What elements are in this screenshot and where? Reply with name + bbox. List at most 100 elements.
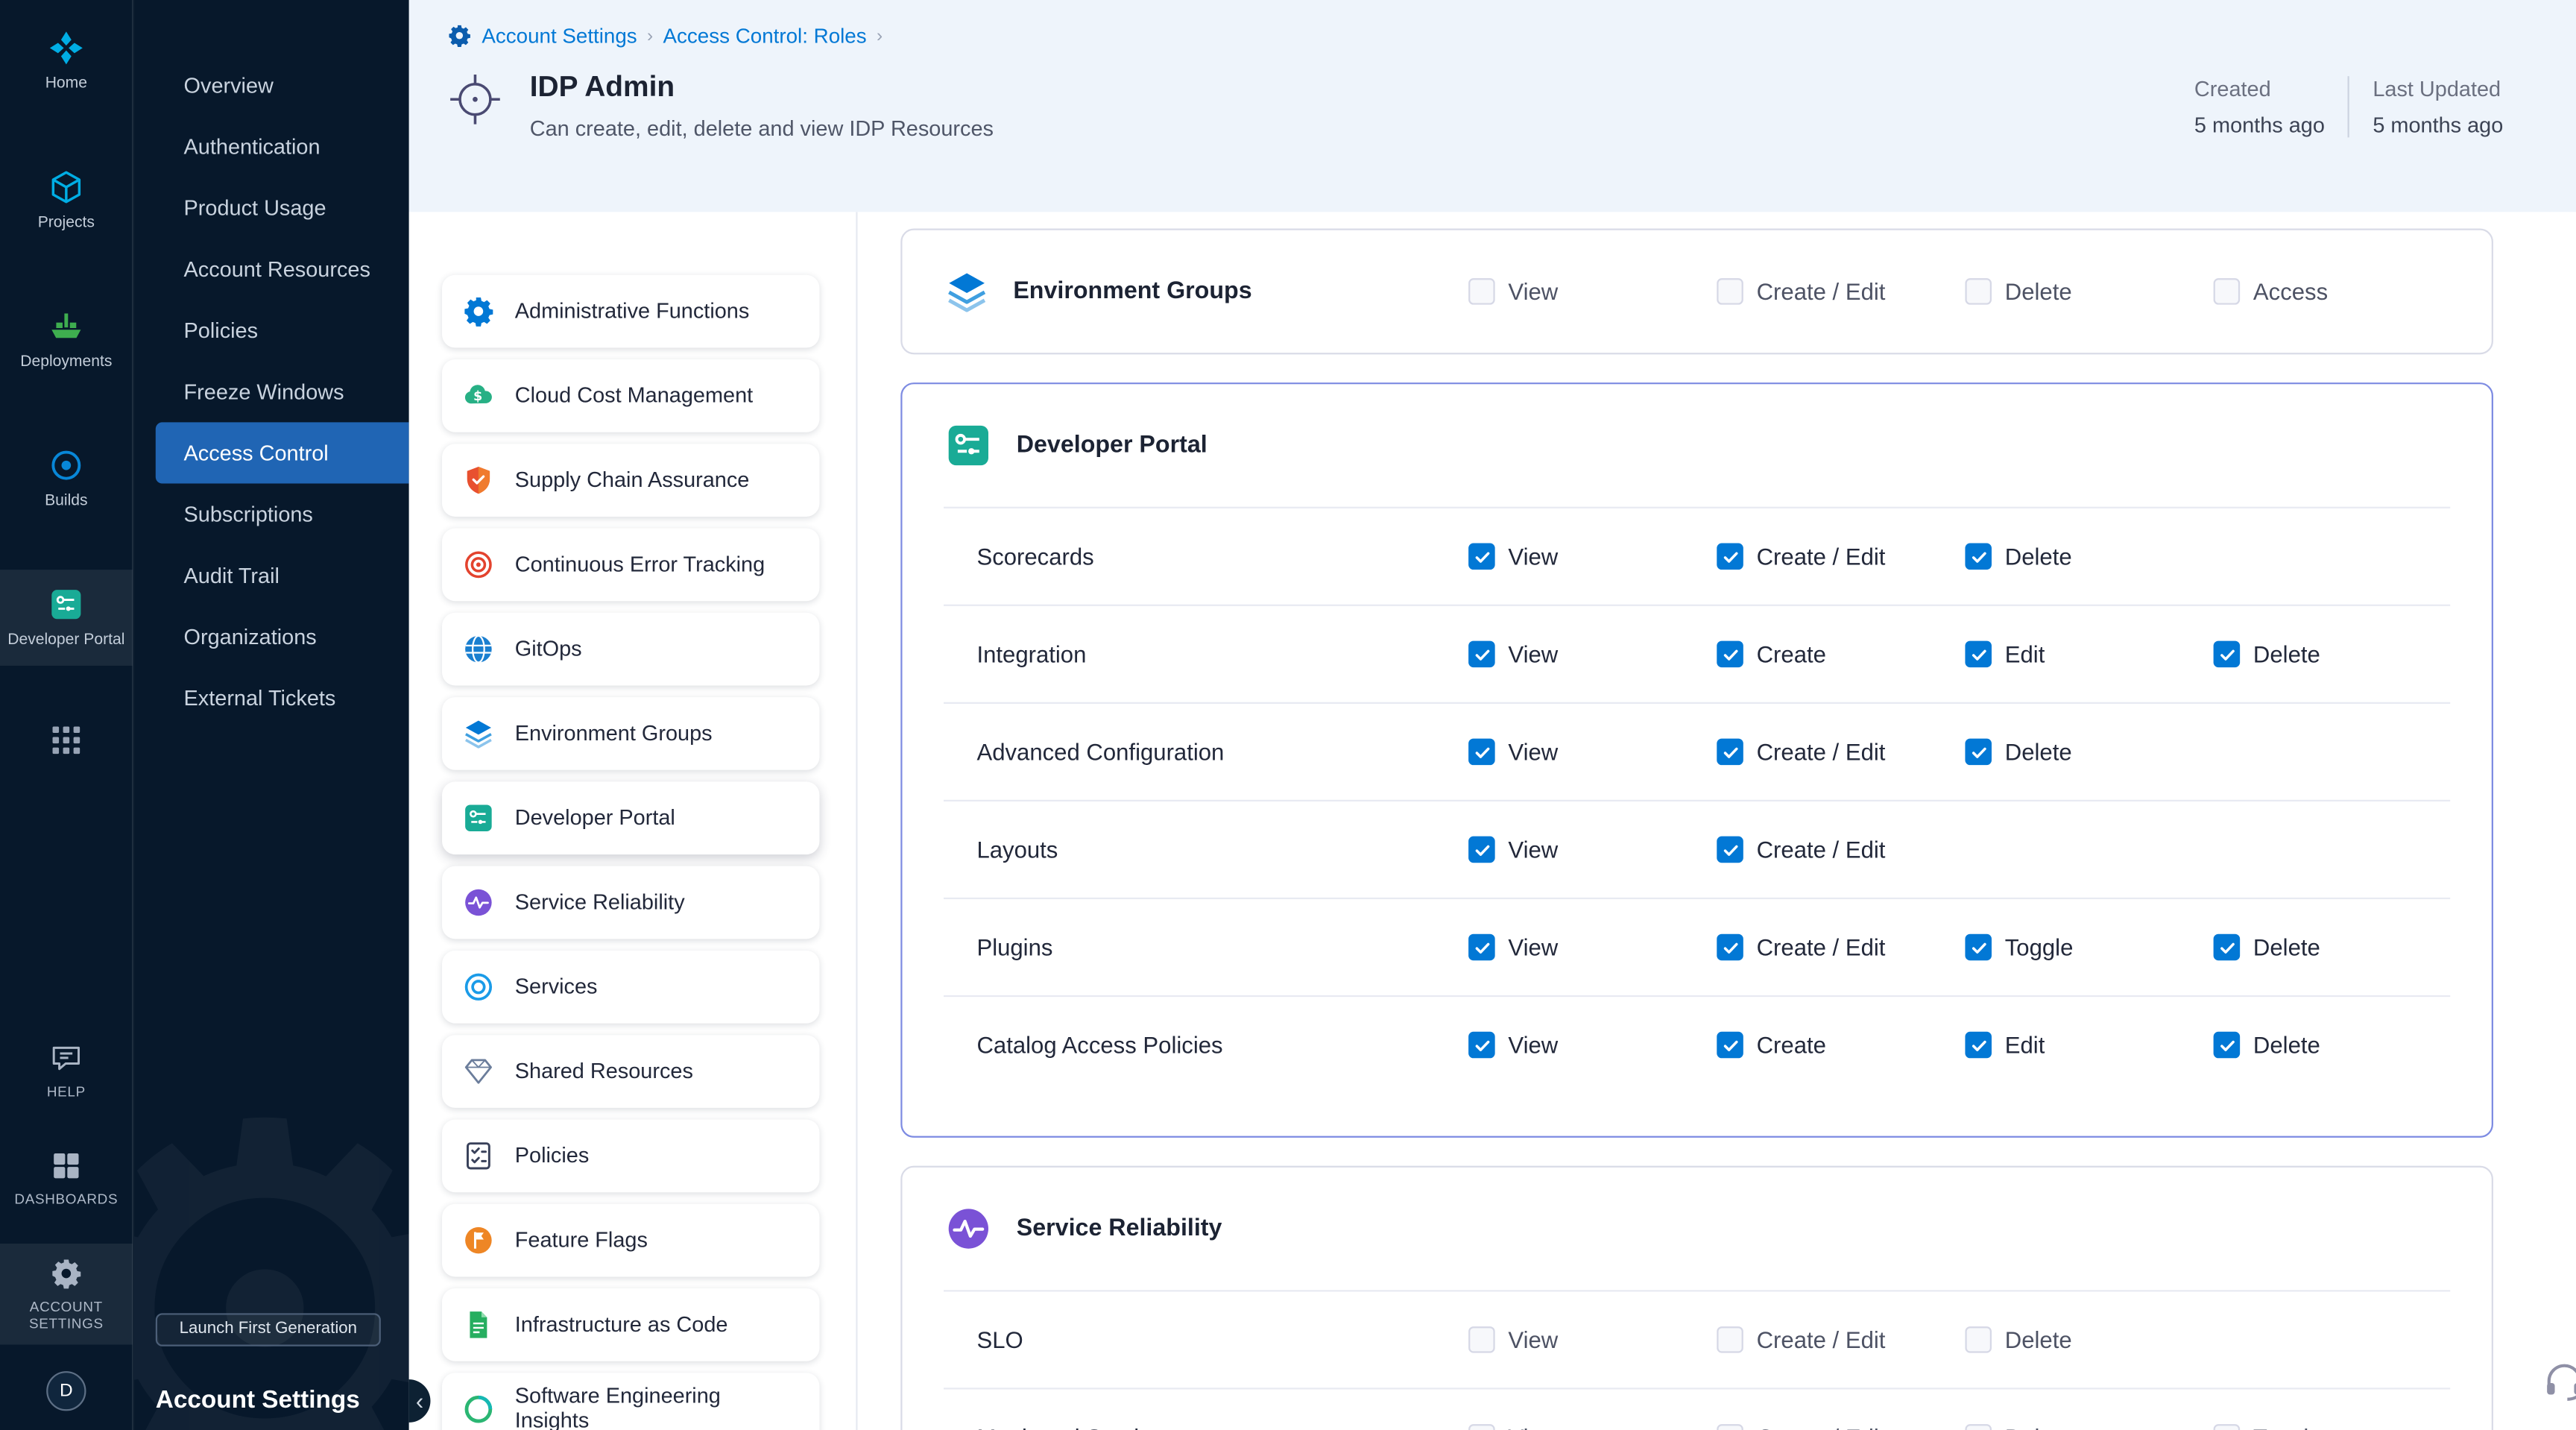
- permission-view-checkbox[interactable]: View: [1468, 739, 1717, 766]
- resource-group-gitops[interactable]: GitOps: [442, 613, 819, 686]
- sidebar-item-subscriptions[interactable]: Subscriptions: [134, 484, 409, 545]
- permission-delete-checkbox[interactable]: Delete: [1965, 1424, 2213, 1430]
- resource-group-policies[interactable]: Policies: [442, 1119, 819, 1192]
- sidebar-item-label: Overview: [184, 73, 274, 98]
- resource-group-infrastructure-as-code[interactable]: Infrastructure as Code: [442, 1288, 819, 1361]
- module-rail: Home Projects Deployments Builds Developer P…: [0, 0, 133, 1430]
- permission-row-label: Monitored Services: [944, 1424, 1468, 1430]
- user-avatar-button[interactable]: D: [0, 1354, 133, 1430]
- permission-view-checkbox[interactable]: View: [1468, 544, 1717, 570]
- permission-create-edit-checkbox[interactable]: Create / Edit: [1717, 544, 1965, 570]
- permission-view-checkbox[interactable]: View: [1468, 1424, 1717, 1430]
- permission-access-checkbox[interactable]: Access: [2214, 278, 2451, 305]
- sidebar-item-access-control[interactable]: Access Control: [156, 422, 409, 483]
- sidebar-item-label: Freeze Windows: [184, 379, 344, 404]
- sidebar-item-audit-trail[interactable]: Audit Trail: [134, 545, 409, 606]
- dashboards-icon: [50, 1149, 83, 1182]
- permission-row-layouts: LayoutsViewCreate / Edit: [944, 800, 2450, 898]
- breadcrumb-account-settings-link[interactable]: Account Settings: [482, 24, 637, 47]
- rail-item-help[interactable]: HELP: [0, 1027, 133, 1112]
- resource-group-feature-flags[interactable]: Feature Flags: [442, 1204, 819, 1277]
- breadcrumb-access-control-roles-link[interactable]: Access Control: Roles: [663, 24, 867, 47]
- resource-group-software-engineering-insights[interactable]: Software Engineering Insights: [442, 1373, 819, 1430]
- rail-item-builds[interactable]: Builds: [0, 430, 133, 526]
- rail-item-deployments[interactable]: Deployments: [0, 292, 133, 388]
- last-updated-meta: Last Updated 5 months ago: [2373, 76, 2503, 137]
- permission-view-checkbox[interactable]: View: [1468, 1032, 1717, 1059]
- permission-delete-checkbox[interactable]: Delete: [1965, 278, 2213, 305]
- permission-edit-checkbox[interactable]: Edit: [1965, 641, 2213, 668]
- permission-create-edit-checkbox[interactable]: Create / Edit: [1717, 739, 1965, 766]
- launch-first-generation-button[interactable]: Launch First Generation: [156, 1312, 381, 1345]
- permission-create-edit-checkbox[interactable]: Create / Edit: [1717, 1424, 1965, 1430]
- permission-toggle-checkbox[interactable]: Toggle: [1965, 934, 2213, 961]
- unchecked-checkbox-icon: [1468, 1424, 1495, 1430]
- sidebar-item-account-resources[interactable]: Account Resources: [134, 239, 409, 300]
- permission-create-checkbox[interactable]: Create: [1717, 641, 1965, 668]
- sidebar-item-freeze-windows[interactable]: Freeze Windows: [134, 361, 409, 422]
- permission-label: Delete: [2253, 641, 2320, 668]
- rail-item-module-switcher[interactable]: [0, 709, 133, 772]
- sidebar-item-label: Product Usage: [184, 195, 326, 220]
- permission-row-label: Layouts: [944, 837, 1468, 863]
- resource-group-continuous-error-tracking[interactable]: Continuous Error Tracking: [442, 529, 819, 602]
- rail-item-projects[interactable]: Projects: [0, 152, 133, 248]
- resource-group-supply-chain-assurance[interactable]: Supply Chain Assurance: [442, 444, 819, 517]
- permission-create-edit-checkbox[interactable]: Create / Edit: [1717, 1326, 1965, 1353]
- permission-delete-checkbox[interactable]: Delete: [2214, 934, 2451, 961]
- permission-create-edit-checkbox[interactable]: Create / Edit: [1717, 837, 1965, 863]
- rail-item-developer-portal[interactable]: Developer Portal: [0, 570, 133, 666]
- account-settings-gear-icon: [447, 23, 472, 48]
- permission-row-label: Advanced Configuration: [944, 739, 1468, 766]
- sidebar-item-organizations[interactable]: Organizations: [134, 606, 409, 667]
- rail-item-account-settings[interactable]: ACCOUNT SETTINGS: [0, 1243, 133, 1344]
- sidebar-item-external-tickets[interactable]: External Tickets: [134, 667, 409, 728]
- role-meta: Created 5 months ago Last Updated 5 mont…: [2194, 76, 2503, 137]
- resource-group-administrative-functions[interactable]: Administrative Functions: [442, 275, 819, 348]
- svg-text:$: $: [473, 389, 482, 404]
- permission-create-checkbox[interactable]: Create: [1717, 1032, 1965, 1059]
- rail-item-home[interactable]: Home: [0, 13, 133, 110]
- service-reliability-icon: [462, 886, 495, 919]
- permission-card-header: Environment GroupsViewCreate / EditDelet…: [944, 230, 2450, 353]
- permission-view-checkbox[interactable]: View: [1468, 641, 1717, 668]
- rail-item-label: HELP: [47, 1083, 86, 1099]
- rail-item-dashboards[interactable]: DASHBOARDS: [0, 1136, 133, 1220]
- permission-delete-checkbox[interactable]: Delete: [2214, 641, 2451, 668]
- developer-portal-icon: [462, 801, 495, 834]
- resource-group-service-reliability[interactable]: Service Reliability: [442, 866, 819, 939]
- permission-delete-checkbox[interactable]: Delete: [1965, 544, 2213, 570]
- permission-toggle-checkbox[interactable]: Toggle: [2214, 1424, 2451, 1430]
- resource-group-developer-portal[interactable]: Developer Portal: [442, 781, 819, 854]
- resource-group-shared-resources[interactable]: Shared Resources: [442, 1035, 819, 1108]
- permission-delete-checkbox[interactable]: Delete: [1965, 1326, 2213, 1353]
- permission-edit-checkbox[interactable]: Edit: [1965, 1032, 2213, 1059]
- sidebar-item-authentication[interactable]: Authentication: [134, 116, 409, 177]
- page-header: Account Settings › Access Control: Roles…: [409, 0, 2576, 212]
- permission-view-checkbox[interactable]: View: [1468, 278, 1717, 305]
- meta-divider: [2348, 76, 2349, 137]
- permission-row-slo: SLOViewCreate / EditDelete: [944, 1290, 2450, 1388]
- permission-row-integration: IntegrationViewCreateEditDelete: [944, 605, 2450, 702]
- resource-group-environment-groups[interactable]: Environment Groups: [442, 697, 819, 770]
- headset-support-icon[interactable]: [2541, 1358, 2576, 1404]
- resource-group-services[interactable]: Services: [442, 951, 819, 1024]
- permission-label: Access: [2253, 278, 2328, 305]
- sidebar-item-product-usage[interactable]: Product Usage: [134, 177, 409, 239]
- created-meta: Created 5 months ago: [2194, 76, 2325, 137]
- permission-delete-checkbox[interactable]: Delete: [2214, 1032, 2451, 1059]
- checked-checkbox-icon: [1965, 739, 1992, 766]
- sidebar-item-overview[interactable]: Overview: [134, 54, 409, 116]
- permission-view-checkbox[interactable]: View: [1468, 1326, 1717, 1353]
- permission-create-edit-checkbox[interactable]: Create / Edit: [1717, 278, 1965, 305]
- checked-checkbox-icon: [1965, 1032, 1992, 1059]
- permission-view-checkbox[interactable]: View: [1468, 934, 1717, 961]
- permission-create-edit-checkbox[interactable]: Create / Edit: [1717, 934, 1965, 961]
- permission-view-checkbox[interactable]: View: [1468, 837, 1717, 863]
- unchecked-checkbox-icon: [1717, 1326, 1743, 1353]
- permission-delete-checkbox[interactable]: Delete: [1965, 739, 2213, 766]
- shared-resources-icon: [462, 1055, 495, 1088]
- resource-group-cloud-cost-management[interactable]: $Cloud Cost Management: [442, 359, 819, 432]
- permission-row-label: Catalog Access Policies: [944, 1032, 1468, 1059]
- sidebar-item-policies[interactable]: Policies: [134, 300, 409, 361]
